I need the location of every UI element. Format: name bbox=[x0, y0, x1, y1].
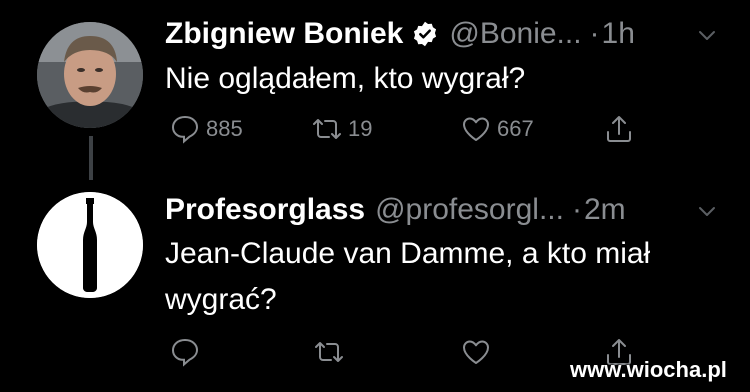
author-name[interactable]: Zbigniew Boniek bbox=[165, 17, 403, 51]
separator-dot: · bbox=[571, 193, 582, 226]
retweet-count: 19 bbox=[348, 116, 373, 141]
retweet-button[interactable] bbox=[312, 335, 346, 369]
watermark: www.wiocha.pl bbox=[570, 357, 727, 382]
retweet-icon bbox=[315, 342, 343, 362]
author-handle[interactable]: @profesorgl... bbox=[375, 193, 564, 227]
chevron-down-icon[interactable] bbox=[696, 200, 718, 222]
tweet-timestamp[interactable]: 1h bbox=[602, 17, 635, 51]
reply-button[interactable] bbox=[168, 335, 202, 369]
tweet-header: Zbigniew Boniek @Bonie... · 1h bbox=[165, 14, 635, 54]
reply-icon bbox=[171, 115, 199, 144]
thread-connector-line bbox=[89, 136, 93, 180]
tweet-header: Profesorglass @profesorgl... · 2m bbox=[165, 190, 626, 230]
tweet-text: Nie oglądałem, kto wygrał? bbox=[165, 62, 526, 95]
reply-count: 885 bbox=[206, 116, 243, 141]
tweet-1[interactable]: Zbigniew Boniek @Bonie... · 1h Nie ogląd… bbox=[0, 0, 750, 180]
retweet-button[interactable]: 19 bbox=[310, 112, 372, 146]
author-name[interactable]: Profesorglass bbox=[165, 193, 365, 227]
chevron-down-icon[interactable] bbox=[696, 24, 718, 46]
like-icon bbox=[463, 117, 489, 141]
like-icon bbox=[463, 340, 489, 364]
reply-button[interactable]: 885 bbox=[168, 112, 243, 146]
tweet-timestamp[interactable]: 2m bbox=[584, 193, 626, 227]
avatar-zbigniew-boniek[interactable] bbox=[37, 22, 143, 128]
share-icon bbox=[607, 116, 631, 142]
retweet-icon bbox=[313, 119, 341, 139]
tweet-text: Jean-Claude van Damme, a kto miał wygrać… bbox=[165, 237, 651, 316]
reply-icon bbox=[171, 338, 199, 367]
avatar-profesorglass[interactable] bbox=[37, 192, 143, 298]
like-button[interactable]: 667 bbox=[459, 112, 534, 146]
author-handle[interactable]: @Bonie... bbox=[449, 17, 581, 51]
separator-dot: · bbox=[589, 17, 600, 50]
like-button[interactable] bbox=[459, 335, 493, 369]
like-count: 667 bbox=[497, 116, 534, 141]
share-button[interactable] bbox=[602, 112, 636, 146]
verified-badge-icon bbox=[411, 20, 439, 48]
